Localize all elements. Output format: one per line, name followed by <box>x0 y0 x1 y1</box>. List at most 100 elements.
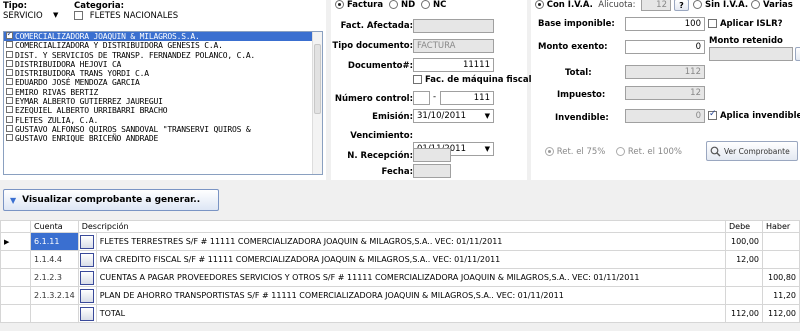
descripcion-cell[interactable]: TOTAL <box>95 304 727 323</box>
lookup-button[interactable] <box>79 252 94 267</box>
table-row[interactable]: TOTAL 112,00 112,00 <box>0 304 800 323</box>
cuenta-header[interactable]: Cuenta <box>30 220 79 233</box>
descripcion-cell[interactable]: PLAN DE AHORRO TRANSPORTISTAS S/F # 1111… <box>95 286 727 305</box>
categoria-checkbox[interactable] <box>74 11 83 20</box>
list-item[interactable]: GUSTAVO ALFONSO QUIROS SANDOVAL "TRANSER… <box>4 124 322 134</box>
list-item-checkbox[interactable] <box>6 97 13 105</box>
ret-100-radio[interactable] <box>616 147 626 156</box>
row-indicator[interactable] <box>0 304 31 323</box>
haber-cell[interactable] <box>762 232 800 251</box>
list-item[interactable]: DIST. Y SERVICIOS DE TRANSP. FERNANDEZ P… <box>4 50 322 60</box>
list-item-checkbox[interactable] <box>6 124 13 132</box>
debe-cell[interactable]: 100,00 <box>725 232 763 251</box>
fac-maquina-check[interactable]: Fac. de máquina fiscal <box>413 75 531 85</box>
cuenta-cell[interactable]: 2.1.2.3 <box>30 268 79 287</box>
lookup-button[interactable] <box>79 288 94 303</box>
tipo-documento-field[interactable]: FACTURA <box>413 39 494 53</box>
row-indicator[interactable] <box>0 268 31 287</box>
cuenta-cell[interactable]: 2.1.3.2.14 <box>30 286 79 305</box>
monto-retenido-button[interactable] <box>795 47 800 61</box>
list-item-checkbox[interactable] <box>6 78 13 86</box>
list-item[interactable]: FLETES ZULIA, C.A. <box>4 115 322 125</box>
ver-comprobante-button[interactable]: Ver Comprobante <box>706 141 798 161</box>
numero-control-prefix[interactable] <box>413 91 430 105</box>
list-item[interactable]: EYMAR ALBERTO GUTIERREZ JAUREGUI <box>4 97 322 106</box>
nc-radio[interactable] <box>421 0 431 9</box>
list-item-checkbox[interactable] <box>6 41 13 49</box>
haber-cell[interactable]: 11,20 <box>762 286 800 305</box>
tipo-select[interactable]: SERVICIO ▼ <box>3 11 73 21</box>
row-indicator[interactable] <box>0 286 31 305</box>
lookup-button[interactable] <box>79 270 94 285</box>
list-item-checkbox[interactable] <box>6 50 13 58</box>
supplier-list[interactable]: COMERCIALIZADORA JOAQUIN & MILAGROS.S.A.… <box>3 31 323 175</box>
numero-control-field[interactable]: 111 <box>440 91 494 105</box>
varias-radio[interactable] <box>751 0 761 9</box>
haber-header[interactable]: Haber <box>762 220 800 233</box>
documento-field[interactable]: 11111 <box>413 58 494 72</box>
help-button[interactable]: ? <box>674 0 689 11</box>
list-item[interactable]: DISTRIBUIDORA HEJOVI CA <box>4 59 322 69</box>
list-item-checkbox[interactable] <box>6 32 13 39</box>
list-item[interactable]: EMIRO RIVAS BERTIZ <box>4 87 322 97</box>
monto-retenido-field[interactable] <box>709 47 793 61</box>
table-row[interactable]: 2.1.3.2.14 PLAN DE AHORRO TRANSPORTISTAS … <box>0 286 800 305</box>
descripcion-cell[interactable]: FLETES TERRESTRES S/F # 11111 COMERCIALI… <box>95 232 727 251</box>
chevron-down-icon[interactable]: ▼ <box>485 143 490 155</box>
fac-maquina-checkbox[interactable] <box>413 75 422 84</box>
row-indicator[interactable]: ▶ <box>0 232 31 251</box>
n-recepcion-field[interactable] <box>413 148 451 162</box>
alicuota-field[interactable]: 12 <box>641 0 671 11</box>
debe-cell[interactable]: 12,00 <box>725 250 763 269</box>
invendible-field[interactable]: 0 <box>625 109 705 123</box>
lookup-button[interactable] <box>79 306 94 321</box>
con-iva-radio[interactable] <box>535 0 544 9</box>
aplica-invendible[interactable]: Aplica invendible <box>708 109 800 121</box>
row-indicator[interactable] <box>0 250 31 269</box>
list-item-checkbox[interactable] <box>6 59 13 67</box>
aplica-invendible-checkbox[interactable] <box>708 109 717 120</box>
monto-exento-field[interactable]: 0 <box>625 40 705 54</box>
table-row[interactable]: 2.1.2.3 CUENTAS A PAGAR PROVEEDORES SERVI… <box>0 268 800 287</box>
emision-date[interactable]: 31/10/2011 ▼ <box>413 109 494 123</box>
cuenta-cell[interactable]: 6.1.11 <box>30 232 79 251</box>
cuenta-cell[interactable] <box>30 304 79 323</box>
debe-cell[interactable] <box>725 286 763 305</box>
list-scrollbar[interactable] <box>312 32 322 174</box>
list-item-checkbox[interactable] <box>6 106 13 114</box>
nd-radio[interactable] <box>389 0 399 9</box>
debe-header[interactable]: Debe <box>725 220 763 233</box>
factura-radio[interactable] <box>335 0 344 9</box>
table-row[interactable]: 1.1.4.4 IVA CREDITO FISCAL S/F # 11111 CO… <box>0 250 800 269</box>
lookup-button[interactable] <box>79 234 94 249</box>
list-item[interactable]: COMERCIALIZADORA JOAQUIN & MILAGROS.S.A. <box>4 32 322 42</box>
fact-afectada-field[interactable] <box>413 19 494 33</box>
base-imponible-field[interactable]: 100 <box>625 17 705 31</box>
visualizar-button[interactable]: ▼ Visualizar comprobante a generar.. <box>3 189 219 211</box>
categoria-select[interactable]: FLETES NACIONALES <box>74 11 324 21</box>
list-item-checkbox[interactable] <box>6 134 13 142</box>
fecha-field[interactable] <box>413 164 451 178</box>
aplicar-islr[interactable]: Aplicar ISLR? <box>708 19 783 29</box>
cuenta-cell[interactable]: 1.1.4.4 <box>30 250 79 269</box>
scrollbar-thumb[interactable] <box>314 44 321 114</box>
haber-cell[interactable] <box>762 250 800 269</box>
sin-iva-radio[interactable] <box>693 0 702 9</box>
haber-cell[interactable]: 112,00 <box>762 304 800 323</box>
list-item[interactable]: GUSTAVO ENRIQUE BRICEÑO ANDRADE <box>4 134 322 143</box>
descripcion-cell[interactable]: IVA CREDITO FISCAL S/F # 11111 COMERCIAL… <box>95 250 727 269</box>
ret-75-radio[interactable] <box>545 147 554 156</box>
descripcion-header[interactable]: Descripción <box>77 220 727 233</box>
list-item[interactable]: EZEQUIEL ALBERTO URRIBARRI BRACHO <box>4 106 322 115</box>
list-item[interactable]: EDUARDO JOSÉ MENDOZA GARCIA <box>4 78 322 87</box>
debe-cell[interactable] <box>725 268 763 287</box>
haber-cell[interactable]: 100,80 <box>762 268 800 287</box>
chevron-down-icon[interactable]: ▼ <box>485 110 490 122</box>
table-row[interactable]: ▶ 6.1.11 FLETES TERRESTRES S/F # 11111 COM… <box>0 232 800 251</box>
list-item[interactable]: COMERCIALIZADORA Y DISTRIBUIDORA GENESIS… <box>4 41 322 50</box>
aplicar-islr-checkbox[interactable] <box>708 19 717 28</box>
list-item-checkbox[interactable] <box>6 115 13 123</box>
descripcion-cell[interactable]: CUENTAS A PAGAR PROVEEDORES SERVICIOS Y … <box>95 268 727 287</box>
list-item-checkbox[interactable] <box>6 87 13 95</box>
debe-cell[interactable]: 112,00 <box>725 304 763 323</box>
